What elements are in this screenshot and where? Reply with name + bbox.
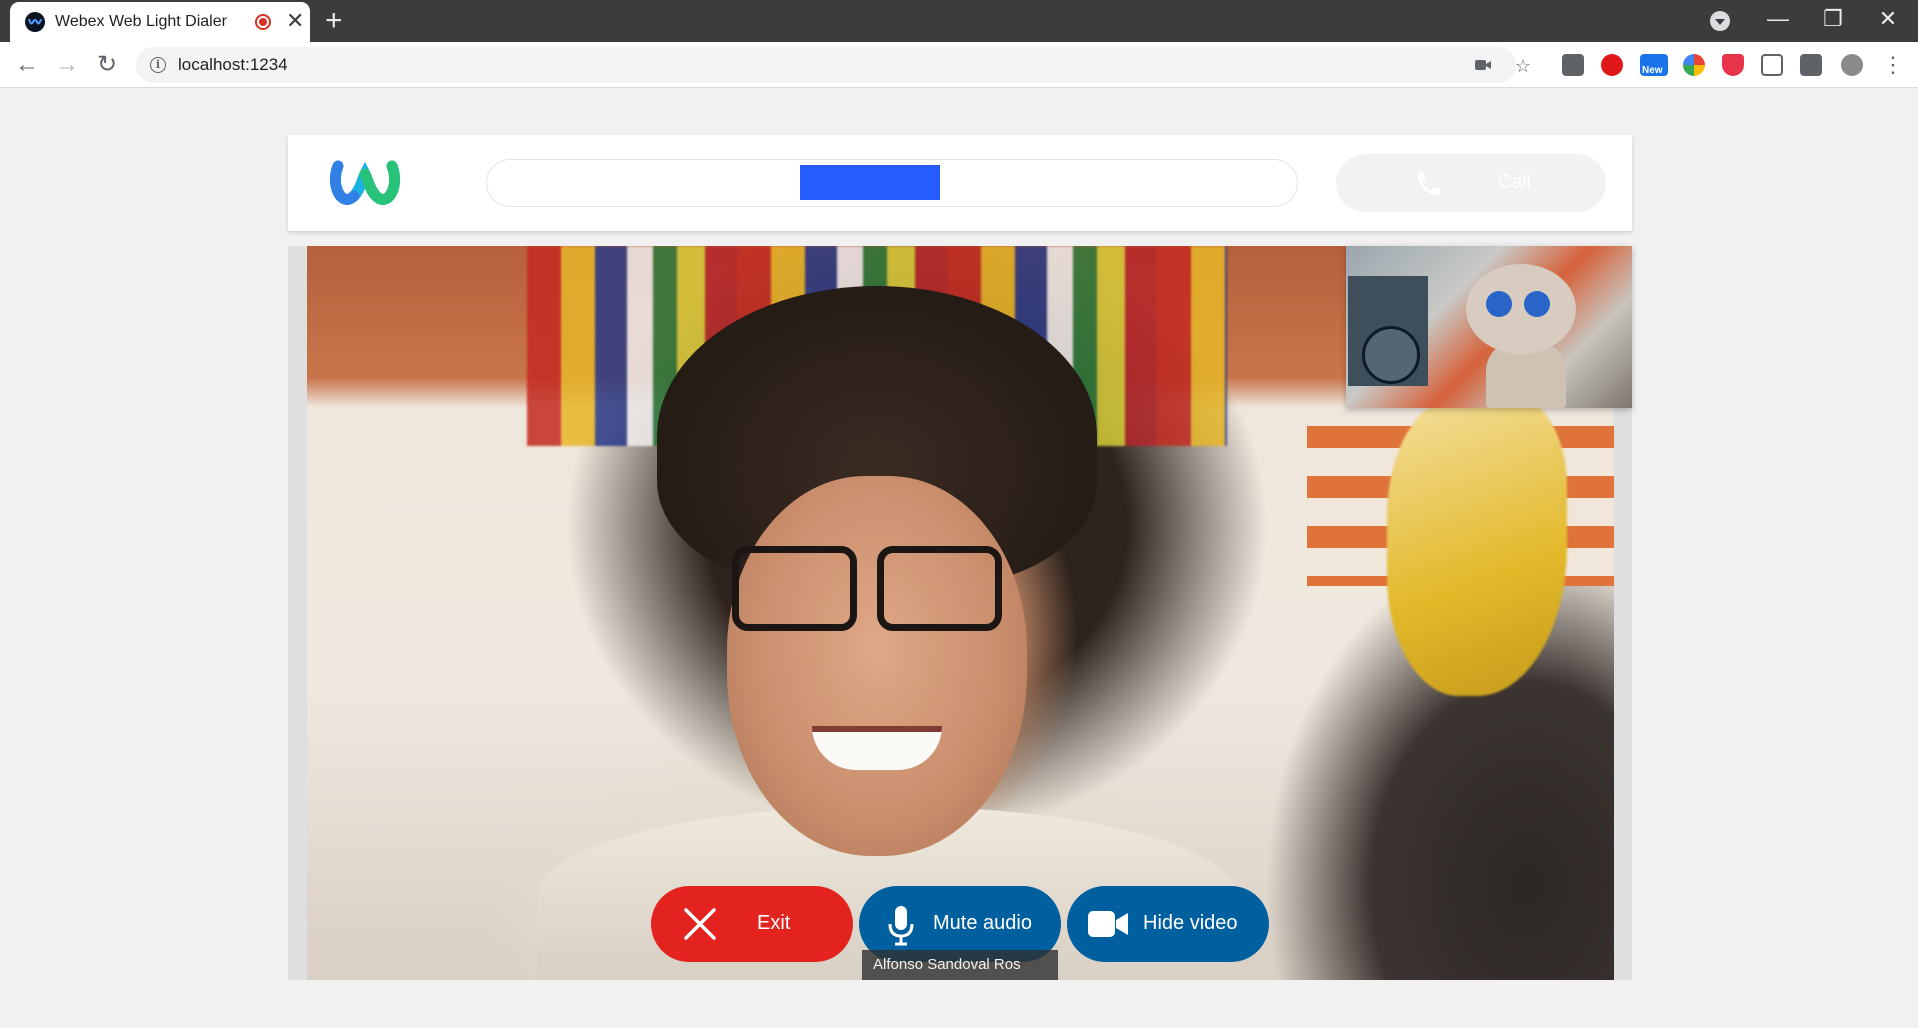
mute-audio-button-label: Mute audio [933, 912, 1032, 934]
exit-button-label: Exit [757, 912, 791, 934]
new-badge-label: New [1642, 65, 1663, 76]
new-tab-button[interactable]: + [325, 6, 343, 36]
url-text[interactable]: localhost:1234 [178, 55, 288, 75]
video-area [288, 246, 1632, 980]
browser-toolbar: ← → ↻ i localhost:1234 ☆ New ⋮ [0, 42, 1918, 88]
extension-grid-icon[interactable] [1562, 54, 1584, 76]
call-button[interactable]: Call [1336, 154, 1606, 212]
tab-search-icon[interactable] [1710, 11, 1730, 31]
opera-icon[interactable] [1601, 54, 1623, 76]
new-badge-icon[interactable]: New [1640, 54, 1668, 76]
dialer-header: Call [288, 135, 1632, 231]
browser-tab-strip: Webex Web Light Dialer ✕ + — ❐ ✕ [0, 0, 1918, 42]
call-button-label: Call [1498, 172, 1531, 193]
back-arrow-icon[interactable]: ← [12, 50, 42, 80]
webex-favicon-icon [25, 12, 45, 32]
webex-logo-icon [330, 160, 400, 205]
forward-arrow-icon[interactable]: → [52, 50, 82, 80]
code-icon[interactable] [1761, 54, 1783, 76]
hide-video-button[interactable]: Hide video [1067, 886, 1269, 962]
reload-icon[interactable]: ↻ [92, 50, 122, 80]
microphone-icon [888, 906, 914, 946]
shield-icon[interactable] [1722, 54, 1744, 76]
puzzle-icon[interactable] [1800, 54, 1822, 76]
exit-button[interactable]: Exit [651, 886, 853, 962]
minimize-button[interactable]: — [1763, 6, 1793, 32]
redaction-block [800, 165, 940, 200]
phone-icon [1417, 172, 1441, 196]
address-bar[interactable]: i localhost:1234 ☆ [136, 47, 1531, 83]
profile-avatar[interactable] [1841, 54, 1863, 76]
browser-menu-icon[interactable]: ⋮ [1878, 50, 1908, 80]
recording-indicator-icon [255, 14, 271, 30]
camera-icon[interactable] [1472, 55, 1494, 77]
site-info-icon[interactable]: i [150, 57, 166, 73]
tab-close-icon[interactable]: ✕ [286, 9, 304, 33]
close-x-icon [684, 908, 716, 940]
hide-video-button-label: Hide video [1143, 912, 1238, 934]
tab-title: Webex Web Light Dialer [55, 13, 227, 30]
self-view-video [1346, 246, 1632, 408]
video-camera-icon [1088, 911, 1128, 937]
participant-name-tag: Alfonso Sandoval Ros [862, 950, 1058, 980]
chrome-color-icon[interactable] [1683, 54, 1705, 76]
window-close-button[interactable]: ✕ [1873, 6, 1903, 32]
restore-button[interactable]: ❐ [1818, 6, 1848, 32]
browser-tab[interactable]: Webex Web Light Dialer ✕ [10, 2, 310, 42]
bookmark-star-icon[interactable]: ☆ [1512, 55, 1534, 77]
